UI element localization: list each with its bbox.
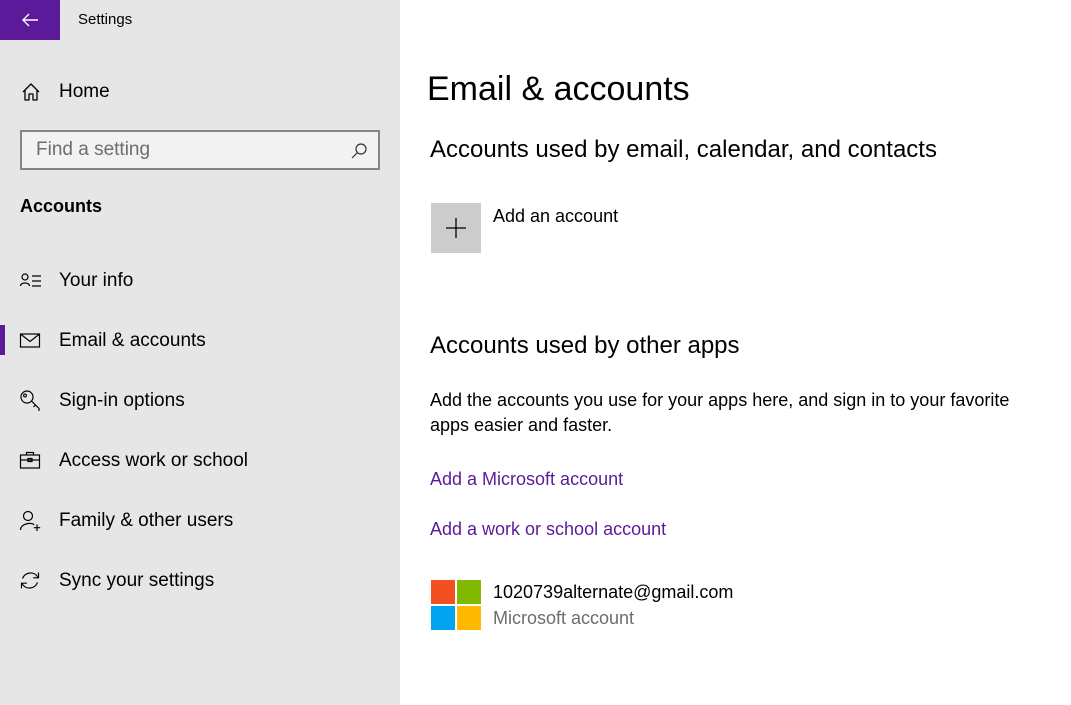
logo-square-green — [457, 580, 481, 604]
sidebar-item-family-other-users[interactable]: Family & other users — [0, 499, 400, 543]
sidebar-item-sign-in-options[interactable]: Sign-in options — [0, 379, 400, 423]
search-input[interactable] — [22, 132, 356, 168]
sidebar-item-sync-settings[interactable]: Sync your settings — [0, 559, 400, 603]
search-icon[interactable] — [350, 142, 368, 160]
sidebar-item-your-info[interactable]: Your info — [0, 259, 400, 303]
logo-square-yellow — [457, 606, 481, 630]
plus-icon — [446, 218, 466, 238]
page-title: Email & accounts — [427, 70, 690, 108]
add-person-icon — [19, 510, 41, 531]
key-icon — [20, 390, 40, 411]
sidebar-item-label: Home — [59, 81, 110, 102]
sidebar-item-label: Email & accounts — [59, 330, 206, 351]
sidebar-item-email-accounts[interactable]: Email & accounts — [0, 319, 400, 363]
apps-section-description: Add the accounts you use for your apps h… — [430, 390, 1010, 435]
add-microsoft-account-link[interactable]: Add a Microsoft account — [430, 469, 623, 490]
app-title: Settings — [78, 11, 133, 28]
settings-window: Settings Home Accounts Your info — [0, 0, 1071, 705]
home-icon — [22, 83, 40, 101]
back-button[interactable] — [0, 0, 60, 40]
add-account-label: Add an account — [493, 206, 619, 226]
email-section-heading: Accounts used by email, calendar, and co… — [430, 136, 937, 163]
sync-icon — [20, 572, 40, 589]
sidebar-item-access-work-school[interactable]: Access work or school — [0, 439, 400, 483]
mail-icon — [19, 333, 41, 348]
logo-square-red — [431, 580, 455, 604]
section-heading: Accounts — [20, 196, 103, 216]
logo-square-blue — [431, 606, 455, 630]
add-account-tile — [431, 203, 481, 253]
sidebar: Settings Home Accounts Your info — [0, 0, 400, 705]
account-email: 1020739alternate@gmail.com — [493, 582, 734, 602]
sidebar-item-label: Sign-in options — [59, 390, 185, 411]
sidebar-item-label: Access work or school — [59, 450, 249, 471]
person-card-icon — [19, 273, 41, 287]
apps-section-heading: Accounts used by other apps — [430, 332, 740, 359]
sidebar-item-home[interactable]: Home — [0, 72, 400, 112]
account-entry[interactable]: 1020739alternate@gmail.com Microsoft acc… — [431, 580, 831, 632]
sidebar-item-label: Family & other users — [59, 510, 234, 531]
microsoft-logo-icon — [431, 580, 481, 630]
add-work-school-account-link[interactable]: Add a work or school account — [430, 519, 666, 540]
add-account-button[interactable]: Add an account — [431, 203, 691, 253]
main-content: Email & accounts Accounts used by email,… — [400, 0, 1071, 705]
selection-indicator — [0, 325, 5, 355]
briefcase-icon — [19, 451, 41, 469]
search-box — [20, 130, 380, 170]
sidebar-item-label: Sync your settings — [59, 570, 215, 591]
sidebar-item-label: Your info — [59, 270, 134, 291]
account-type: Microsoft account — [493, 608, 635, 628]
back-arrow-icon — [22, 13, 38, 27]
